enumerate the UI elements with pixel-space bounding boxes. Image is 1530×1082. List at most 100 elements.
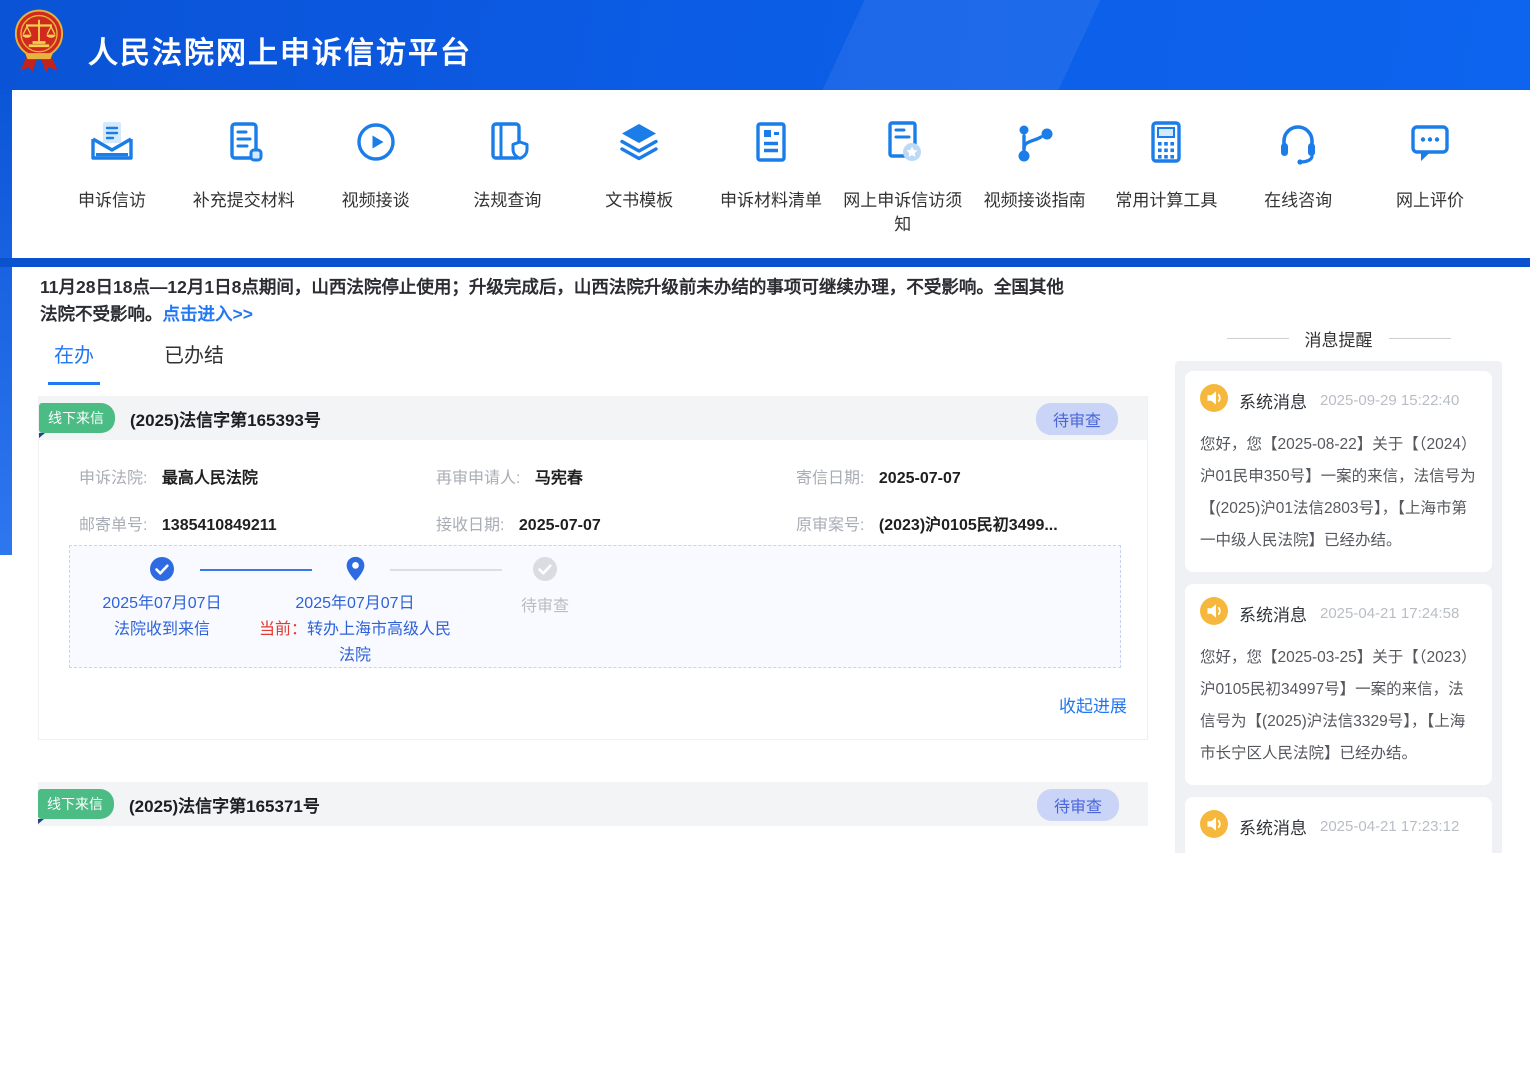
field-value: 1385410849211 [162,517,277,534]
message-timestamp: 2025-09-29 15:22:40 [1320,392,1459,409]
court-emblem-logo [14,8,64,81]
message-header: 系统消息 2025-04-21 17:23:12 [1200,810,1477,843]
scroll-document-icon [220,118,268,171]
check-circle-pending-icon [445,556,645,584]
message-timestamp: 2025-04-21 17:24:58 [1320,605,1459,622]
book-shield-icon [483,118,531,171]
case-card: 线下来信 (2025)法信字第165393号 待审查 申诉法院: 最高人民法院 … [38,396,1148,740]
message-type: 系统消息 [1239,601,1307,626]
nav-label: 网上申诉信访须知 [839,189,967,237]
nav-label: 视频接谈 [342,189,410,213]
nav-item-video-interview[interactable]: 视频接谈 [312,118,440,258]
timeline-date: 2025年07月07日 [62,591,262,617]
timeline-current-label: 转办上海市高级人民法院 [307,621,451,664]
field-petition-court: 申诉法院: 最高人民法院 [79,464,258,488]
field-label: 接收日期: [436,517,504,534]
case-fields: 申诉法院: 最高人民法院 再审申请人: 马宪春 寄信日期: 2025-07-07… [39,440,1147,545]
nav-item-petition[interactable]: 申诉信访 [48,118,176,258]
speaker-icon [1200,597,1228,630]
message-header: 系统消息 2025-04-21 17:24:58 [1200,597,1477,630]
background-strip-left [0,90,12,555]
decorative-line-left [1227,338,1289,339]
timeline-step-pending: 待审查 [445,556,645,620]
message-type: 系统消息 [1239,814,1307,839]
nav-label: 文书模板 [605,189,673,213]
message-item[interactable]: 系统消息 2025-09-29 15:22:40 您好，您【2025-08-22… [1185,371,1492,572]
case-number: (2025)法信字第165393号 [130,406,321,431]
status-badge[interactable]: 待审查 [1037,789,1119,821]
tab-completed[interactable]: 已办结 [164,339,224,385]
offline-letter-badge: 线下来信 [39,403,115,433]
nav-item-law-search[interactable]: 法规查询 [443,118,571,258]
background-strip-gap [0,258,1530,267]
nav-item-online-rating[interactable]: 网上评价 [1366,118,1494,258]
nav-label: 视频接谈指南 [984,189,1086,213]
timeline-current-prefix: 当前： [259,621,307,638]
branch-icon [1011,118,1059,171]
message-body: 您好，您【2025-03-25】关于【（2023）沪0105民初34997号】一… [1200,642,1477,770]
nav-item-calculators[interactable]: 常用计算工具 [1102,118,1230,258]
case-card-header: 线下来信 (2025)法信字第165371号 待审查 [38,782,1148,826]
timeline-label: 法院收到来信 [62,617,262,643]
top-nav: 申诉信访 补充提交材料 视频接谈 法规查询 文书模板 [12,90,1530,258]
tab-in-progress[interactable]: 在办 [48,339,100,385]
nav-item-video-guide[interactable]: 视频接谈指南 [971,118,1099,258]
field-value: 2025-07-07 [879,470,961,487]
nav-label: 申诉信访 [78,189,146,213]
field-label: 邮寄单号: [79,517,147,534]
system-notice: 11月28日18点—12月1日8点期间，山西法院停止使用；升级完成后，山西法院升… [40,274,1165,328]
notice-enter-link[interactable]: 点击进入>> [163,304,253,324]
calculator-icon [1142,118,1190,171]
field-label: 原审案号: [796,517,864,534]
message-body: 您好，您【2025-08-22】关于【（2024）沪01民申350号】一案的来信… [1200,429,1477,557]
list-document-icon [747,118,795,171]
mail-letter-icon [88,118,136,171]
field-value: 最高人民法院 [162,470,258,487]
nav-item-petition-notes[interactable]: 网上申诉信访须知 [839,118,967,258]
nav-label: 网上评价 [1396,189,1464,213]
field-mail-date: 寄信日期: 2025-07-07 [796,464,961,488]
nav-label: 申诉材料清单 [720,189,822,213]
notice-line2: 法院不受影响。 [40,304,163,324]
timeline-label: 当前：转办上海市高级人民法院 [255,617,455,669]
offline-letter-badge: 线下来信 [38,789,114,819]
message-header: 系统消息 2025-09-29 15:22:40 [1200,384,1477,417]
field-tracking-number: 邮寄单号: 1385410849211 [79,511,277,535]
nav-label: 在线咨询 [1264,189,1332,213]
speaker-icon [1200,384,1228,417]
nav-label: 法规查询 [473,189,541,213]
decorative-line-right [1389,338,1451,339]
timeline-label: 待审查 [445,594,645,620]
message-item[interactable]: 系统消息 2025-04-21 17:24:58 您好，您【2025-03-25… [1185,584,1492,785]
message-timestamp: 2025-04-21 17:23:12 [1320,818,1459,835]
field-retrial-applicant: 再审申请人: 马宪春 [436,464,583,488]
case-tabs: 在办 已办结 [48,339,224,385]
message-panel-title: 消息提醒 [1305,326,1373,351]
field-label: 寄信日期: [796,470,864,487]
nav-item-online-consult[interactable]: 在线咨询 [1234,118,1362,258]
notice-star-icon [879,118,927,171]
layers-icon [615,118,663,171]
app-header: 人民法院网上申诉信访平台 [0,0,1530,90]
timeline-step-current: 2025年07月07日 当前：转办上海市高级人民法院 [255,556,455,669]
field-original-case-number: 原审案号: (2023)沪0105民初3499... [796,511,1058,535]
nav-item-supplement-materials[interactable]: 补充提交材料 [180,118,308,258]
case-card-header: 线下来信 (2025)法信字第165393号 待审查 [39,396,1147,440]
timeline-date: 2025年07月07日 [255,591,455,617]
field-label: 申诉法院: [79,470,147,487]
field-value: 马宪春 [535,470,583,487]
message-panel-header: 消息提醒 [1175,315,1502,361]
message-item[interactable]: 系统消息 2025-04-21 17:23:12 [1185,797,1492,853]
main-content: 11月28日18点—12月1日8点期间，山西法院停止使用；升级完成后，山西法院升… [12,267,1530,853]
case-number: (2025)法信字第165371号 [129,792,320,817]
field-receive-date: 接收日期: 2025-07-07 [436,511,601,535]
nav-item-document-templates[interactable]: 文书模板 [575,118,703,258]
collapse-progress-link[interactable]: 收起进展 [1059,692,1127,717]
case-card: 线下来信 (2025)法信字第165371号 待审查 [38,782,1148,1082]
notice-line1: 11月28日18点—12月1日8点期间，山西法院停止使用；升级完成后，山西法院升… [40,277,1064,297]
status-badge[interactable]: 待审查 [1036,403,1118,435]
message-list: 系统消息 2025-09-29 15:22:40 您好，您【2025-08-22… [1175,361,1502,853]
nav-item-material-checklist[interactable]: 申诉材料清单 [707,118,835,258]
headset-icon [1274,118,1322,171]
progress-timeline: 2025年07月07日 法院收到来信 2025年07月07日 当前：转办上海市高… [69,545,1121,668]
